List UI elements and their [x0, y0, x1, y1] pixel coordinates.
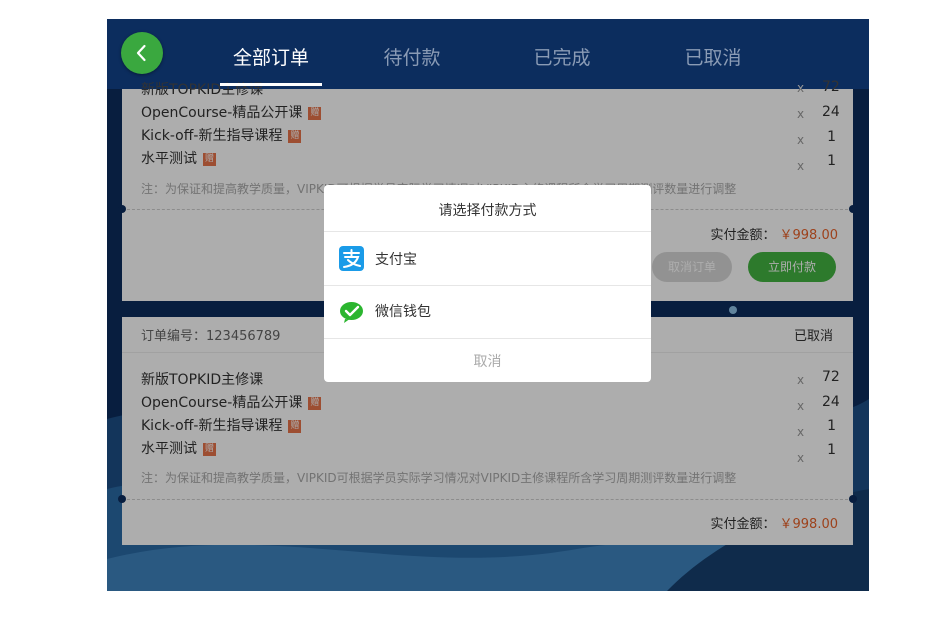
header-bar: 全部订单 待付款 已完成 已取消 [107, 19, 869, 89]
dialog-title: 请选择付款方式 [438, 203, 537, 219]
divider [324, 338, 651, 339]
tab-cancelled[interactable]: 已取消 [653, 43, 773, 79]
payment-method-dialog: 请选择付款方式 支付宝 微信钱包 取消 [324, 185, 651, 382]
option-label: 微信钱包 [375, 304, 431, 320]
alipay-option[interactable]: 支付宝 [324, 232, 651, 284]
tab-label: 待付款 [383, 47, 441, 69]
chevron-left-icon [136, 44, 146, 62]
tab-label: 已完成 [533, 47, 591, 69]
tab-completed[interactable]: 已完成 [502, 43, 622, 79]
active-tab-indicator [220, 83, 322, 86]
tab-label: 已取消 [684, 47, 742, 69]
dialog-cancel-button[interactable]: 取消 [324, 351, 651, 371]
back-button[interactable] [121, 32, 163, 74]
tab-all-orders[interactable]: 全部订单 [211, 43, 331, 86]
option-label: 支付宝 [375, 252, 417, 268]
wechat-pay-option[interactable]: 微信钱包 [324, 286, 651, 338]
tab-label: 全部订单 [232, 47, 309, 69]
alipay-icon [339, 246, 364, 271]
tab-pending-payment[interactable]: 待付款 [352, 43, 472, 79]
wechat-pay-icon [340, 302, 363, 323]
